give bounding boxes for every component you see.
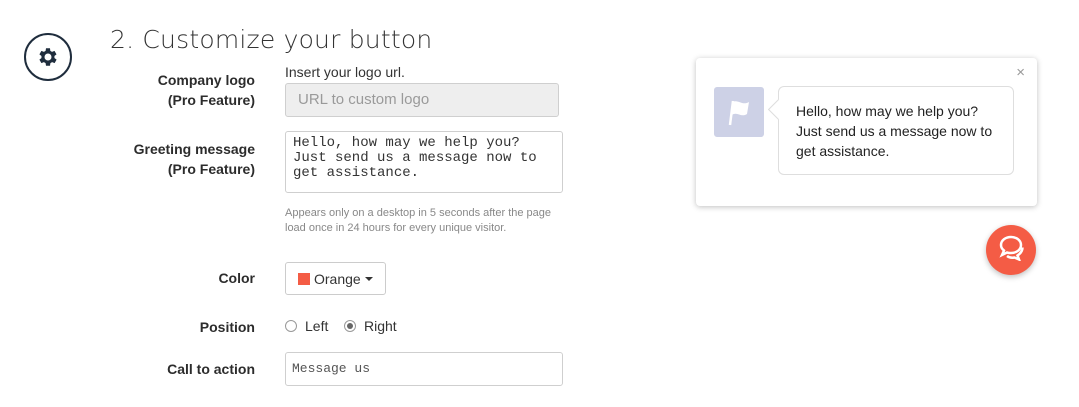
radio-left[interactable] bbox=[285, 320, 297, 332]
preview-message-line2: Just send us a message now to bbox=[796, 123, 993, 139]
position-right-option[interactable]: Right bbox=[344, 318, 397, 334]
preview-message-line3: get assistance. bbox=[796, 143, 890, 159]
company-logo-label-text: Company logo bbox=[157, 72, 255, 88]
greeting-message-textarea[interactable]: Hello, how may we help you? Just send us… bbox=[285, 131, 563, 193]
greeting-pro-label: (Pro Feature) bbox=[167, 161, 255, 177]
position-label: Position bbox=[199, 319, 255, 335]
position-left-label: Left bbox=[305, 318, 329, 334]
call-to-action-input[interactable]: Message us bbox=[285, 352, 563, 386]
greeting-bubble: Hello, how may we help you? Just send us… bbox=[778, 86, 1014, 175]
gear-icon bbox=[24, 33, 72, 81]
color-swatch bbox=[298, 272, 310, 285]
greeting-note: Appears only on a desktop in 5 seconds a… bbox=[285, 207, 552, 234]
radio-right[interactable] bbox=[344, 320, 356, 332]
company-logo-label: Company logo (Pro Feature) bbox=[158, 70, 255, 110]
position-right-label: Right bbox=[364, 318, 397, 334]
flag-icon bbox=[714, 87, 764, 137]
caret-down-icon bbox=[364, 276, 373, 281]
chat-button[interactable] bbox=[986, 225, 1036, 275]
color-label: Color bbox=[218, 270, 255, 286]
color-dropdown[interactable]: Orange bbox=[285, 262, 386, 295]
company-logo-pro-label: (Pro Feature) bbox=[167, 92, 255, 108]
color-selected-label: Orange bbox=[314, 270, 361, 287]
section-title: 2. Customize your button bbox=[110, 25, 433, 54]
chat-bubbles-icon bbox=[997, 235, 1025, 266]
logo-url-hint: Insert your logo url. bbox=[285, 64, 405, 80]
close-icon[interactable]: × bbox=[1016, 64, 1025, 81]
greeting-label-text: Greeting message bbox=[133, 141, 255, 157]
call-to-action-label: Call to action bbox=[167, 361, 255, 377]
position-left-option[interactable]: Left bbox=[285, 318, 328, 334]
logo-url-input[interactable]: URL to custom logo bbox=[285, 83, 559, 117]
preview-message-line1: Hello, how may we help you? bbox=[796, 103, 979, 119]
greeting-message-label: Greeting message (Pro Feature) bbox=[134, 139, 255, 179]
greeting-preview-card: × Hello, how may we help you? Just send … bbox=[696, 58, 1037, 206]
